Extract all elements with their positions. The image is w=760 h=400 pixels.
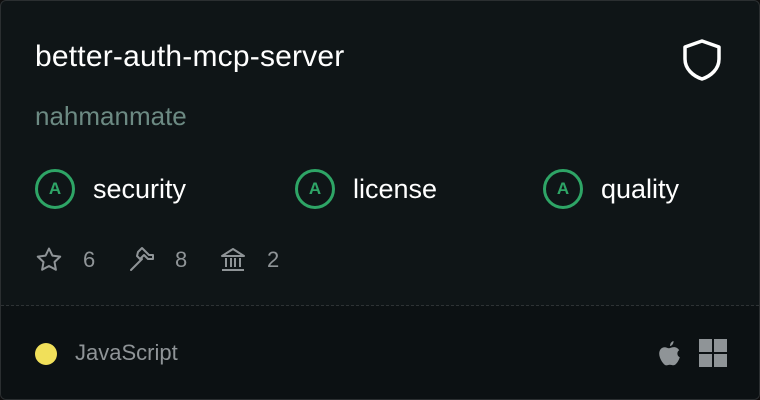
stat-stars: 6 (35, 244, 95, 276)
grade-label-license: license (353, 173, 438, 204)
windows-icon (699, 339, 727, 367)
grade-label-security: security (93, 173, 187, 204)
language-name: JavaScript (75, 340, 178, 365)
repo-card[interactable]: better-auth-mcp-server nahmanmate A secu… (0, 0, 760, 400)
stat-tools: 8 (127, 244, 187, 276)
grade-badge-license: A (295, 169, 335, 209)
apple-icon (659, 341, 680, 366)
card-footer: JavaScript (1, 306, 759, 399)
grade-label-quality: quality (601, 173, 680, 204)
star-icon (36, 247, 62, 271)
grade-badge-security: A (35, 169, 75, 209)
tools-count: 8 (175, 247, 188, 272)
repo-name[interactable]: better-auth-mcp-server (35, 37, 345, 77)
grade-quality: A quality (543, 167, 679, 211)
grade-badge-quality: A (543, 169, 583, 209)
grade-license: A license (295, 167, 437, 211)
repo-owner[interactable]: nahmanmate (35, 98, 187, 134)
shield-icon (683, 39, 721, 81)
stat-deployments: 2 (219, 244, 279, 276)
stars-count: 6 (83, 247, 96, 272)
hammer-icon (130, 247, 154, 271)
language-color-dot (35, 343, 57, 365)
grade-security: A security (35, 167, 186, 211)
deployments-count: 2 (267, 247, 280, 272)
bank-icon (221, 248, 245, 271)
